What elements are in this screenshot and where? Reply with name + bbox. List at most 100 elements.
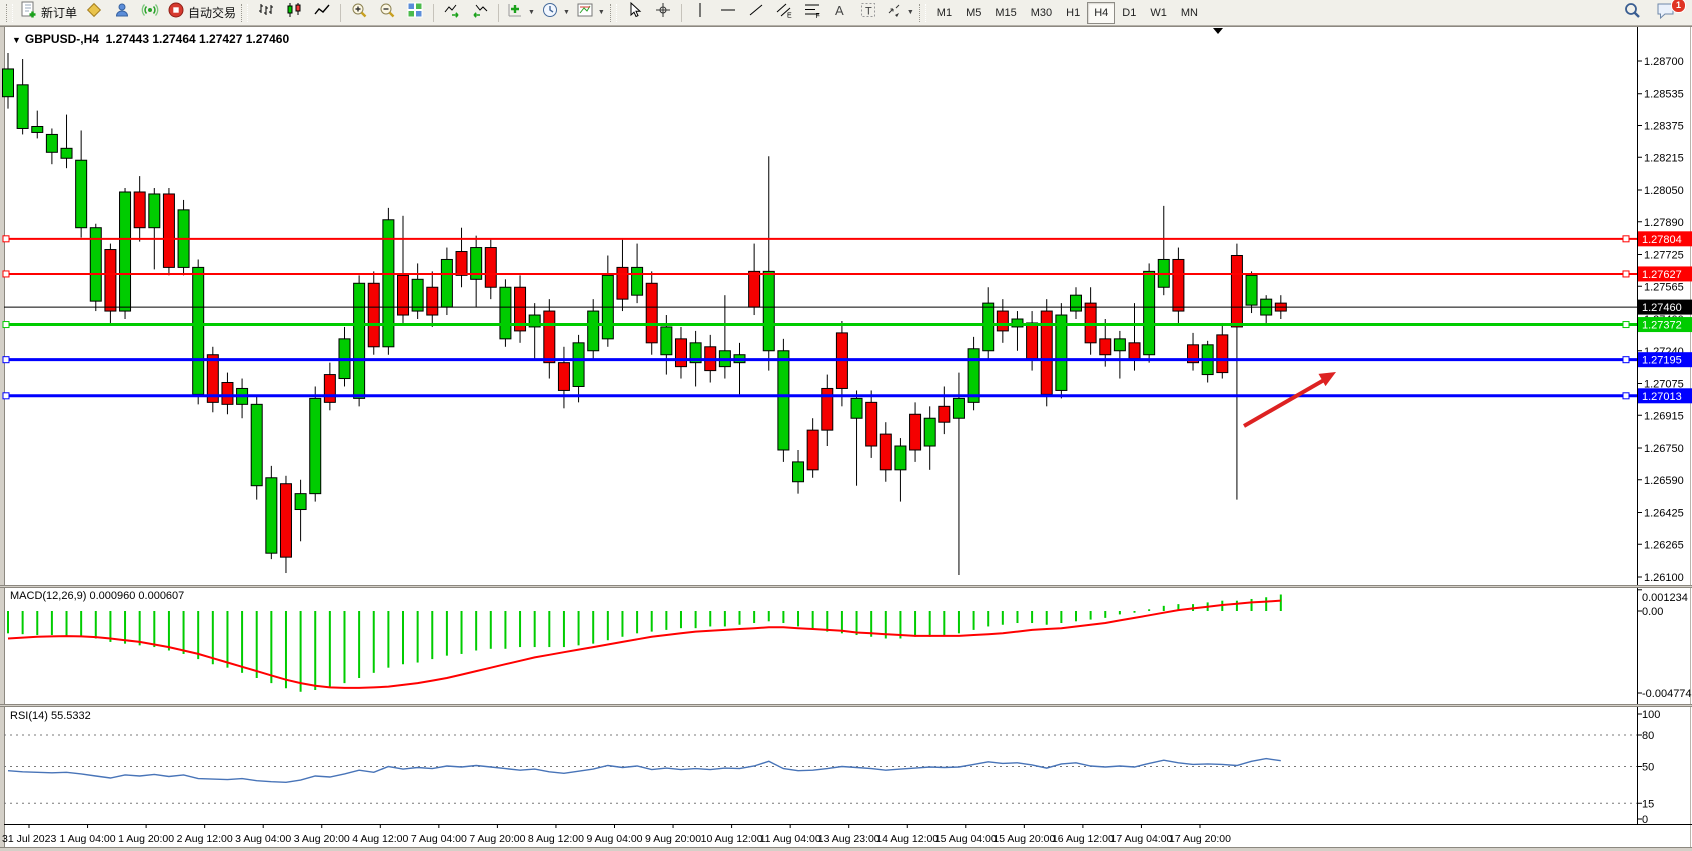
candle-up [32, 126, 43, 132]
horizontal-line-button[interactable] [714, 1, 742, 25]
candle-up [3, 69, 14, 97]
line-handle[interactable] [3, 236, 9, 242]
candle-down [646, 283, 657, 343]
candlestick-chart-button[interactable] [280, 1, 308, 25]
price-tick-label: 1.26265 [1644, 539, 1684, 551]
tab-timeframe-H1[interactable]: H1 [1059, 2, 1087, 24]
channel-button[interactable]: E [770, 1, 798, 25]
price-tick-label: 1.27890 [1644, 217, 1684, 229]
arrows-icon [885, 1, 903, 24]
chevron-down-icon: ▼ [907, 9, 914, 16]
auto-scroll-button[interactable] [438, 1, 466, 25]
person-icon [113, 1, 131, 24]
metaeditor-button[interactable] [80, 1, 108, 25]
candle-down [1027, 323, 1038, 359]
candle-up [266, 478, 277, 553]
tab-timeframe-MN[interactable]: MN [1174, 2, 1205, 24]
tab-timeframe-H4[interactable]: H4 [1087, 2, 1115, 24]
new-order-icon [20, 1, 38, 24]
line-handle[interactable] [3, 271, 9, 277]
line-handle[interactable] [1623, 271, 1629, 277]
chart-title-symbol: GBPUSD-,H4 [25, 32, 99, 46]
candle-down [105, 250, 116, 312]
line-handle[interactable] [3, 393, 9, 399]
toolbar-separator [340, 4, 341, 22]
candle-up [412, 279, 423, 311]
candle-up [953, 398, 964, 418]
toolbar-separator [433, 4, 434, 22]
periods-button[interactable]: ▼ [538, 1, 573, 25]
chart-plot-surface[interactable]: 1.287001.285351.283751.282151.280501.278… [0, 0, 1692, 851]
chart-title: ▼GBPUSD-,H4 1.27443 1.27464 1.27427 1.27… [12, 32, 289, 46]
candle-down [280, 484, 291, 557]
search-button[interactable] [1618, 1, 1646, 25]
candle-up [632, 267, 643, 295]
indicators-button[interactable]: ▼ [503, 1, 538, 25]
bar-chart-button[interactable] [252, 1, 280, 25]
candle-down [1129, 343, 1140, 359]
community-button[interactable] [108, 1, 136, 25]
time-tick-label: 3 Aug 04:00 [235, 833, 291, 845]
auto-scroll-icon [443, 1, 461, 24]
time-tick-label: 13 Aug 23:00 [818, 833, 880, 845]
tab-timeframe-W1[interactable]: W1 [1143, 2, 1174, 24]
text-label-icon: T [859, 1, 877, 24]
trendline-icon [747, 1, 765, 24]
signals-button[interactable] [136, 1, 164, 25]
candle-up [61, 148, 72, 158]
candle-up [441, 259, 452, 307]
rsi-axis-label: 50 [1642, 762, 1654, 774]
cursor-button[interactable] [621, 1, 649, 25]
fibonacci-button[interactable]: F [798, 1, 826, 25]
tab-timeframe-M1[interactable]: M1 [930, 2, 959, 24]
candle-down [456, 252, 467, 276]
text-label-button[interactable]: T [854, 1, 882, 25]
time-tick-label: 10 Aug 12:00 [701, 833, 763, 845]
line-chart-button[interactable] [308, 1, 336, 25]
line-handle[interactable] [3, 357, 9, 363]
candle-down [997, 311, 1008, 331]
zoom-out-button[interactable] [373, 1, 401, 25]
candle-down [1217, 335, 1228, 373]
candle-down [222, 383, 233, 405]
cursor-icon [626, 1, 644, 24]
new-order-button[interactable]: 新订单 [17, 1, 80, 25]
candle-up [1144, 271, 1155, 354]
trendline-button[interactable] [742, 1, 770, 25]
text-button[interactable]: A [826, 1, 854, 25]
candle-down [1231, 255, 1242, 326]
candle-up [778, 351, 789, 450]
line-handle[interactable] [1623, 357, 1629, 363]
price-badge-label: 1.27195 [1642, 355, 1682, 367]
tab-timeframe-D1[interactable]: D1 [1115, 2, 1143, 24]
line-handle[interactable] [1623, 236, 1629, 242]
price-tick-label: 1.27565 [1644, 281, 1684, 293]
candle-down [324, 375, 335, 403]
template-icon [576, 1, 594, 24]
time-tick-label: 2 Aug 12:00 [177, 833, 233, 845]
line-handle[interactable] [1623, 322, 1629, 328]
tab-timeframe-M30[interactable]: M30 [1024, 2, 1059, 24]
notifications-button[interactable]: 1 [1652, 1, 1680, 25]
crosshair-button[interactable] [649, 1, 677, 25]
candle-up [500, 287, 511, 339]
vertical-line-button[interactable] [686, 1, 714, 25]
chart-shift-button[interactable] [466, 1, 494, 25]
templates-button[interactable]: ▼ [573, 1, 608, 25]
price-badge-label: 1.27627 [1642, 269, 1682, 281]
auto-trading-button[interactable]: 自动交易 [164, 1, 239, 25]
search-icon [1623, 1, 1642, 25]
line-handle[interactable] [1623, 393, 1629, 399]
zoom-out-icon [378, 1, 396, 24]
arrows-button[interactable]: ▼ [882, 1, 917, 25]
tab-timeframe-M5[interactable]: M5 [959, 2, 988, 24]
timeframe-toolbar: M1M5M15M30H1H4D1W1MN [930, 2, 1205, 24]
tile-windows-button[interactable] [401, 1, 429, 25]
tab-timeframe-M15[interactable]: M15 [988, 2, 1023, 24]
price-tick-label: 1.26590 [1644, 475, 1684, 487]
time-tick-label: 7 Aug 20:00 [469, 833, 525, 845]
vertical-line-icon [691, 1, 709, 24]
zoom-in-button[interactable] [345, 1, 373, 25]
auto-trading-label: 自动交易 [188, 4, 236, 21]
line-handle[interactable] [3, 322, 9, 328]
